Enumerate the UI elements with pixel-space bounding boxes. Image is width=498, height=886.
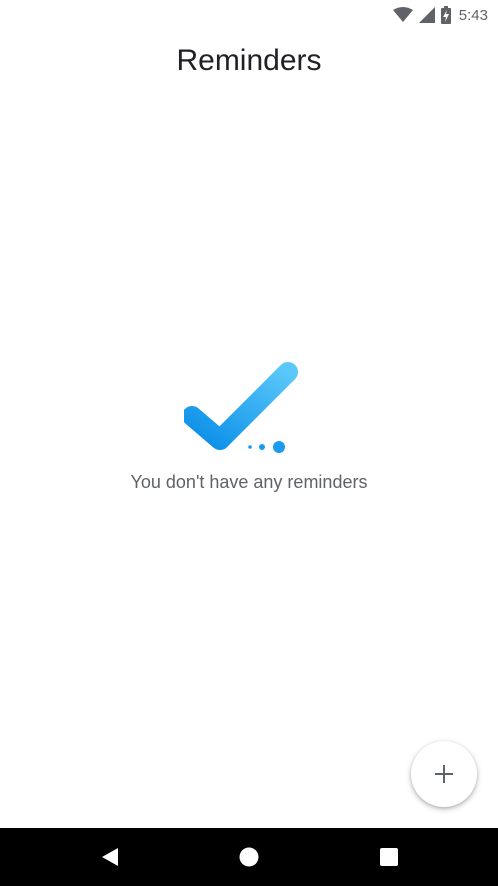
page-title: Reminders [176, 44, 322, 77]
add-reminder-button[interactable] [411, 741, 477, 807]
battery-charging-icon [440, 6, 451, 24]
empty-state: You don't have any reminders [0, 360, 498, 493]
checkmark-icon [184, 362, 298, 453]
back-button[interactable] [70, 828, 150, 886]
recents-square-icon [380, 848, 398, 866]
status-bar: 5:43 [0, 0, 498, 30]
recents-button[interactable] [349, 828, 429, 886]
home-button[interactable] [209, 828, 289, 886]
navigation-bar [0, 828, 498, 886]
wifi-icon [392, 7, 413, 23]
back-triangle-icon [102, 848, 118, 866]
reminders-screen: 5:43 Reminders You don't have any remind… [0, 0, 498, 886]
status-time: 5:43 [458, 6, 488, 24]
empty-state-message: You don't have any reminders [130, 472, 368, 492]
cellular-signal-icon [418, 7, 435, 23]
home-circle-icon [239, 847, 259, 867]
plus-icon [435, 765, 453, 783]
